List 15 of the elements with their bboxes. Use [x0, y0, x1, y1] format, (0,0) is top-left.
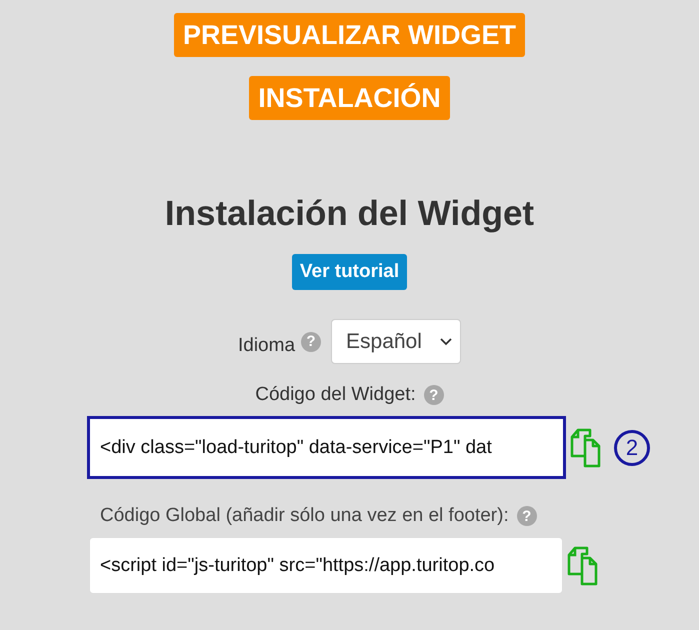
- nav-button[interactable]: INSTALACIÓN: [249, 76, 450, 120]
- annotation-number: 2: [614, 430, 650, 466]
- language-select[interactable]: Español: [331, 319, 462, 364]
- page-heading: Instalación del Widget: [164, 194, 534, 234]
- nav-button[interactable]: PREVISUALIZAR WIDGET: [174, 13, 525, 57]
- language-label: Idioma: [238, 334, 296, 356]
- help-icon[interactable]: ?: [516, 506, 537, 526]
- help-icon[interactable]: ?: [301, 332, 322, 352]
- code-field[interactable]: <div class="load-turitop" data-service="P1" dat: [87, 416, 566, 479]
- tutorial-button[interactable]: Ver tutorial: [292, 254, 408, 290]
- chevron-down-icon: [440, 338, 452, 346]
- field-label: Código Global (añadir sólo una vez en el footer):: [100, 505, 509, 527]
- help-icon[interactable]: ?: [424, 385, 444, 405]
- field-label: Código del Widget:: [255, 384, 416, 406]
- code-field[interactable]: <script id="js-turitop" src="https://app.turitop.co: [89, 537, 563, 594]
